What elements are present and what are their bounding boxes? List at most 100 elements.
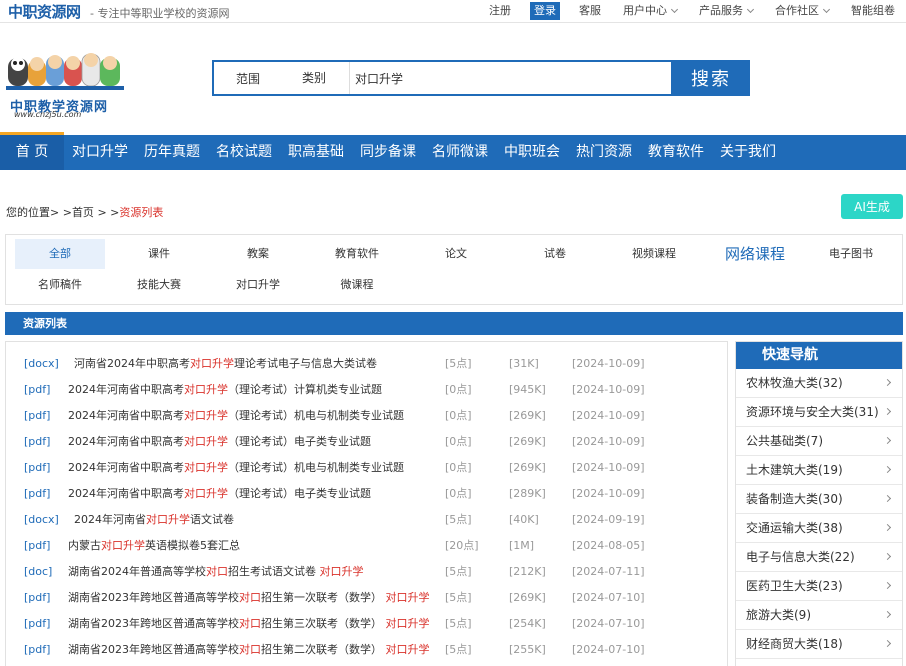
category-item[interactable]: 试卷 xyxy=(510,239,600,269)
login-button[interactable]: 登录 xyxy=(530,2,560,20)
category-item[interactable]: 视频课程 xyxy=(609,239,699,269)
category-item[interactable]: 论文 xyxy=(411,239,501,269)
category-item[interactable]: 教育软件 xyxy=(312,239,402,269)
resource-title-link[interactable]: 2024年河南省对口升学语文试卷 xyxy=(74,507,234,533)
resource-date: [2024-07-10] xyxy=(572,591,645,604)
resource-title-link[interactable]: 河南省2024年中职高考对口升学理论考试电子与信息大类试卷 xyxy=(74,351,377,377)
resource-size: [212K] xyxy=(509,565,546,578)
quick-nav-item[interactable]: 电子与信息大类(22) xyxy=(736,543,902,572)
resource-date: [2024-07-10] xyxy=(572,617,645,630)
nav-item[interactable]: 中职班会 xyxy=(496,135,568,170)
resource-row: [pdf] 2024年河南省中职高考对口升学（理论考试）电子类专业试题 [0点]… xyxy=(6,481,727,507)
nav-home[interactable]: 首 页 xyxy=(0,135,64,170)
site-logo-small[interactable]: 中职资源网 xyxy=(8,1,81,22)
title-text: （理论考试）电子类专业试题 xyxy=(228,487,371,500)
nav-item[interactable]: 热门资源 xyxy=(568,135,640,170)
community-menu[interactable]: 合作社区 xyxy=(764,0,840,22)
quick-nav-item[interactable]: 医药卫生大类(23) xyxy=(736,572,902,601)
nav-item[interactable]: 历年真题 xyxy=(136,135,208,170)
quick-nav-label: 财经商贸大类(18) xyxy=(746,637,843,651)
resource-title-link[interactable]: 2024年河南省中职高考对口升学（理论考试）电子类专业试题 xyxy=(68,429,371,455)
ai-generate-button[interactable]: AI生成 xyxy=(841,194,903,219)
file-type: [pdf] xyxy=(24,539,51,552)
file-type: [pdf] xyxy=(24,617,51,630)
resource-size: [31K] xyxy=(509,357,539,370)
resource-title-link[interactable]: 2024年河南省中职高考对口升学（理论考试）机电与机制类专业试题 xyxy=(68,403,404,429)
search-scope-select[interactable]: 范围 xyxy=(214,70,280,87)
file-type: [docx] xyxy=(24,357,59,370)
resource-date: [2024-10-09] xyxy=(572,357,645,370)
breadcrumb-prefix: 您的位置> > xyxy=(6,206,72,219)
quick-nav-item[interactable]: 公共基础类(7) xyxy=(736,427,902,456)
nav-item[interactable]: 职高基础 xyxy=(280,135,352,170)
resource-size: [269K] xyxy=(509,435,546,448)
nav-item[interactable]: 名师微课 xyxy=(424,135,496,170)
file-type: [pdf] xyxy=(24,643,51,656)
resource-title-link[interactable]: 2024年河南省中职高考对口升学（理论考试）电子类专业试题 xyxy=(68,481,371,507)
category-item[interactable]: 名师稿件 xyxy=(15,270,105,300)
search-button[interactable]: 搜索 xyxy=(672,60,750,96)
file-type: [pdf] xyxy=(24,383,51,396)
resource-row: [pdf] 2024年河南省中职高考对口升学（理论考试）电子类专业试题 [0点]… xyxy=(6,429,727,455)
search-input[interactable] xyxy=(350,62,671,94)
chevron-right-icon xyxy=(883,610,892,619)
quick-nav-item[interactable]: 装备制造大类(30) xyxy=(736,485,902,514)
quick-nav-label: 交通运输大类(38) xyxy=(746,521,843,535)
resource-points: [0点] xyxy=(445,461,472,474)
product-service-menu[interactable]: 产品服务 xyxy=(688,0,764,22)
resource-title-link[interactable]: 湖南省2024年普通高等学校对口招生考试语文试卷 对口升学 xyxy=(68,559,364,585)
quick-nav-item[interactable]: 土木建筑大类(19) xyxy=(736,456,902,485)
title-text: 语文试卷 xyxy=(190,513,234,526)
smart-paper-link[interactable]: 智能组卷 xyxy=(840,0,906,22)
customer-service-link[interactable]: 客服 xyxy=(568,0,612,22)
breadcrumb-separator: > > xyxy=(97,206,120,219)
resource-date: [2024-10-09] xyxy=(572,409,645,422)
title-text: （理论考试）机电与机制类专业试题 xyxy=(228,461,404,474)
user-center-menu[interactable]: 用户中心 xyxy=(612,0,688,22)
nav-item[interactable]: 同步备课 xyxy=(352,135,424,170)
site-slogan: - 专注中等职业学校的资源网 xyxy=(90,7,230,20)
resource-title-link[interactable]: 湖南省2023年跨地区普通高等学校对口招生第三次联考（数学） 对口升学 xyxy=(68,611,430,637)
chevron-down-icon xyxy=(670,5,679,14)
resource-size: [1M] xyxy=(509,539,535,552)
breadcrumb-home[interactable]: 首页 xyxy=(72,206,94,219)
category-item[interactable]: 网络课程 xyxy=(708,239,802,269)
resource-title-link[interactable]: 内蒙古对口升学英语模拟卷5套汇总 xyxy=(68,533,240,559)
site-logo[interactable]: 中职教学资源网 www.cnzj5u.com xyxy=(6,44,128,120)
nav-item[interactable]: 教育软件 xyxy=(640,135,712,170)
nav-item[interactable]: 名校试题 xyxy=(208,135,280,170)
resource-row: [doc] 湖南省2024年普通高等学校对口招生考试语文试卷 对口升学 [5点]… xyxy=(6,559,727,585)
title-text: 湖南省2023年跨地区普通高等学校 xyxy=(68,617,239,630)
resource-title-link[interactable]: 湖南省2023年跨地区普通高等学校对口招生第二次联考（数学） 对口升学 xyxy=(68,637,430,663)
quick-nav-label: 医药卫生大类(23) xyxy=(746,579,843,593)
quick-nav-label: 土木建筑大类(19) xyxy=(746,463,843,477)
category-item[interactable]: 课件 xyxy=(114,239,204,269)
title-keyword: 对口升学 xyxy=(385,617,430,630)
file-type: [doc] xyxy=(24,565,53,578)
quick-nav-item[interactable]: 财经商贸大类(18) xyxy=(736,630,902,659)
title-text: 2024年河南省 xyxy=(74,513,146,526)
chevron-down-icon xyxy=(746,5,755,14)
nav-item[interactable]: 对口升学 xyxy=(64,135,136,170)
resource-date: [2024-09-19] xyxy=(572,513,645,526)
category-item[interactable]: 电子图书 xyxy=(806,239,896,269)
resource-title-link[interactable]: 湖南省2023年跨地区普通高等学校对口招生第一次联考（数学） 对口升学 xyxy=(68,585,430,611)
category-item[interactable]: 教案 xyxy=(213,239,303,269)
search-category-select[interactable]: 类别 xyxy=(280,62,350,94)
title-keyword: 对口升学 xyxy=(184,435,228,448)
nav-item[interactable]: 关于我们 xyxy=(712,135,784,170)
category-item[interactable]: 对口升学 xyxy=(213,270,303,300)
resource-title-link[interactable]: 2024年河南省中职高考对口升学（理论考试）机电与机制类专业试题 xyxy=(68,455,404,481)
resource-title-link[interactable]: 2024年河南省中职高考对口升学（理论考试）计算机类专业试题 xyxy=(68,377,382,403)
mascot-logo-icon xyxy=(6,53,124,90)
quick-nav-item[interactable]: 交通运输大类(38) xyxy=(736,514,902,543)
quick-nav-item[interactable]: 农林牧渔大类(32) xyxy=(736,369,902,398)
title-keyword: 对口升学 xyxy=(190,357,234,370)
category-item[interactable]: 技能大赛 xyxy=(114,270,204,300)
register-link[interactable]: 注册 xyxy=(478,0,522,22)
title-keyword: 对口升学 xyxy=(184,383,228,396)
category-all[interactable]: 全部 xyxy=(15,239,105,269)
category-item[interactable]: 微课程 xyxy=(312,270,402,300)
quick-nav-item[interactable]: 旅游大类(9) xyxy=(736,601,902,630)
quick-nav-item[interactable]: 资源环境与安全大类(31) xyxy=(736,398,902,427)
